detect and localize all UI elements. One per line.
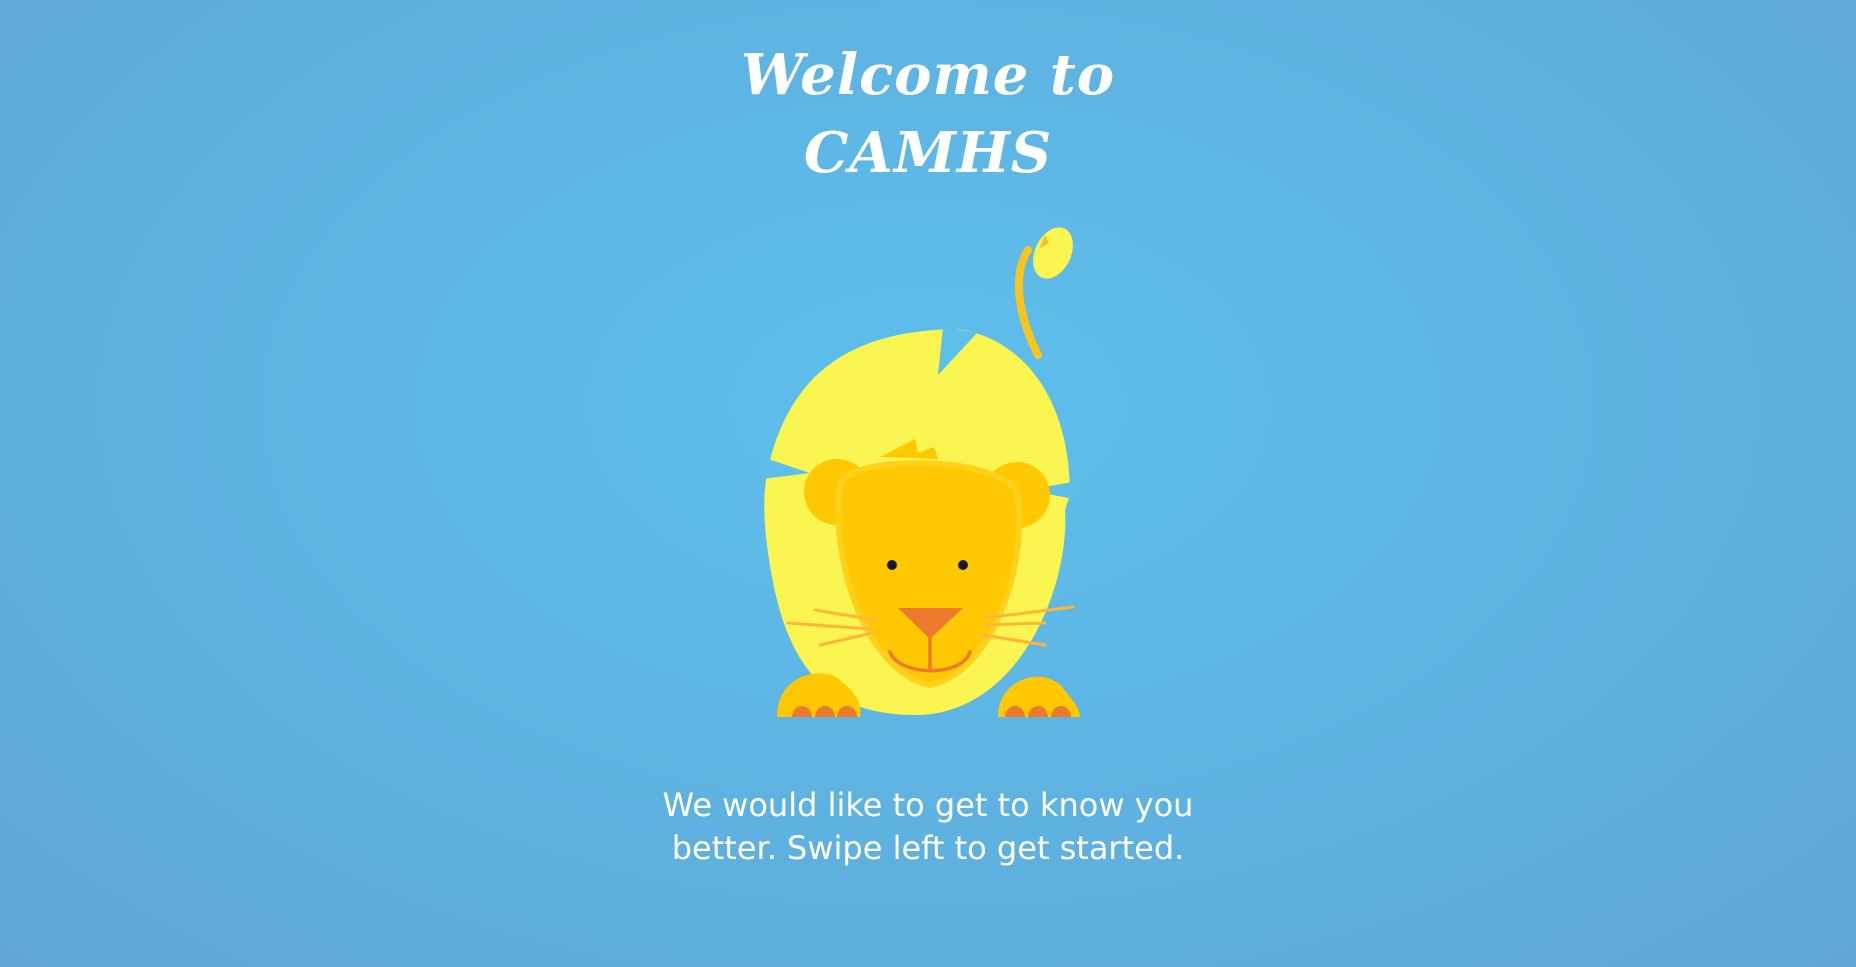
lion-icon xyxy=(756,227,1080,717)
lion-left-eye xyxy=(887,560,897,570)
welcome-message: We would like to get to know you better.… xyxy=(662,786,1194,867)
welcome-screen[interactable]: Welcome to CAMHS We would like to get to… xyxy=(0,0,1856,967)
lion-tail-tuft xyxy=(1033,227,1073,279)
lion-right-eye xyxy=(958,560,968,570)
welcome-title: Welcome to CAMHS xyxy=(628,36,1228,192)
welcome-title-line-1: Welcome to xyxy=(740,42,1116,108)
welcome-title-line-2: CAMHS xyxy=(803,120,1053,186)
